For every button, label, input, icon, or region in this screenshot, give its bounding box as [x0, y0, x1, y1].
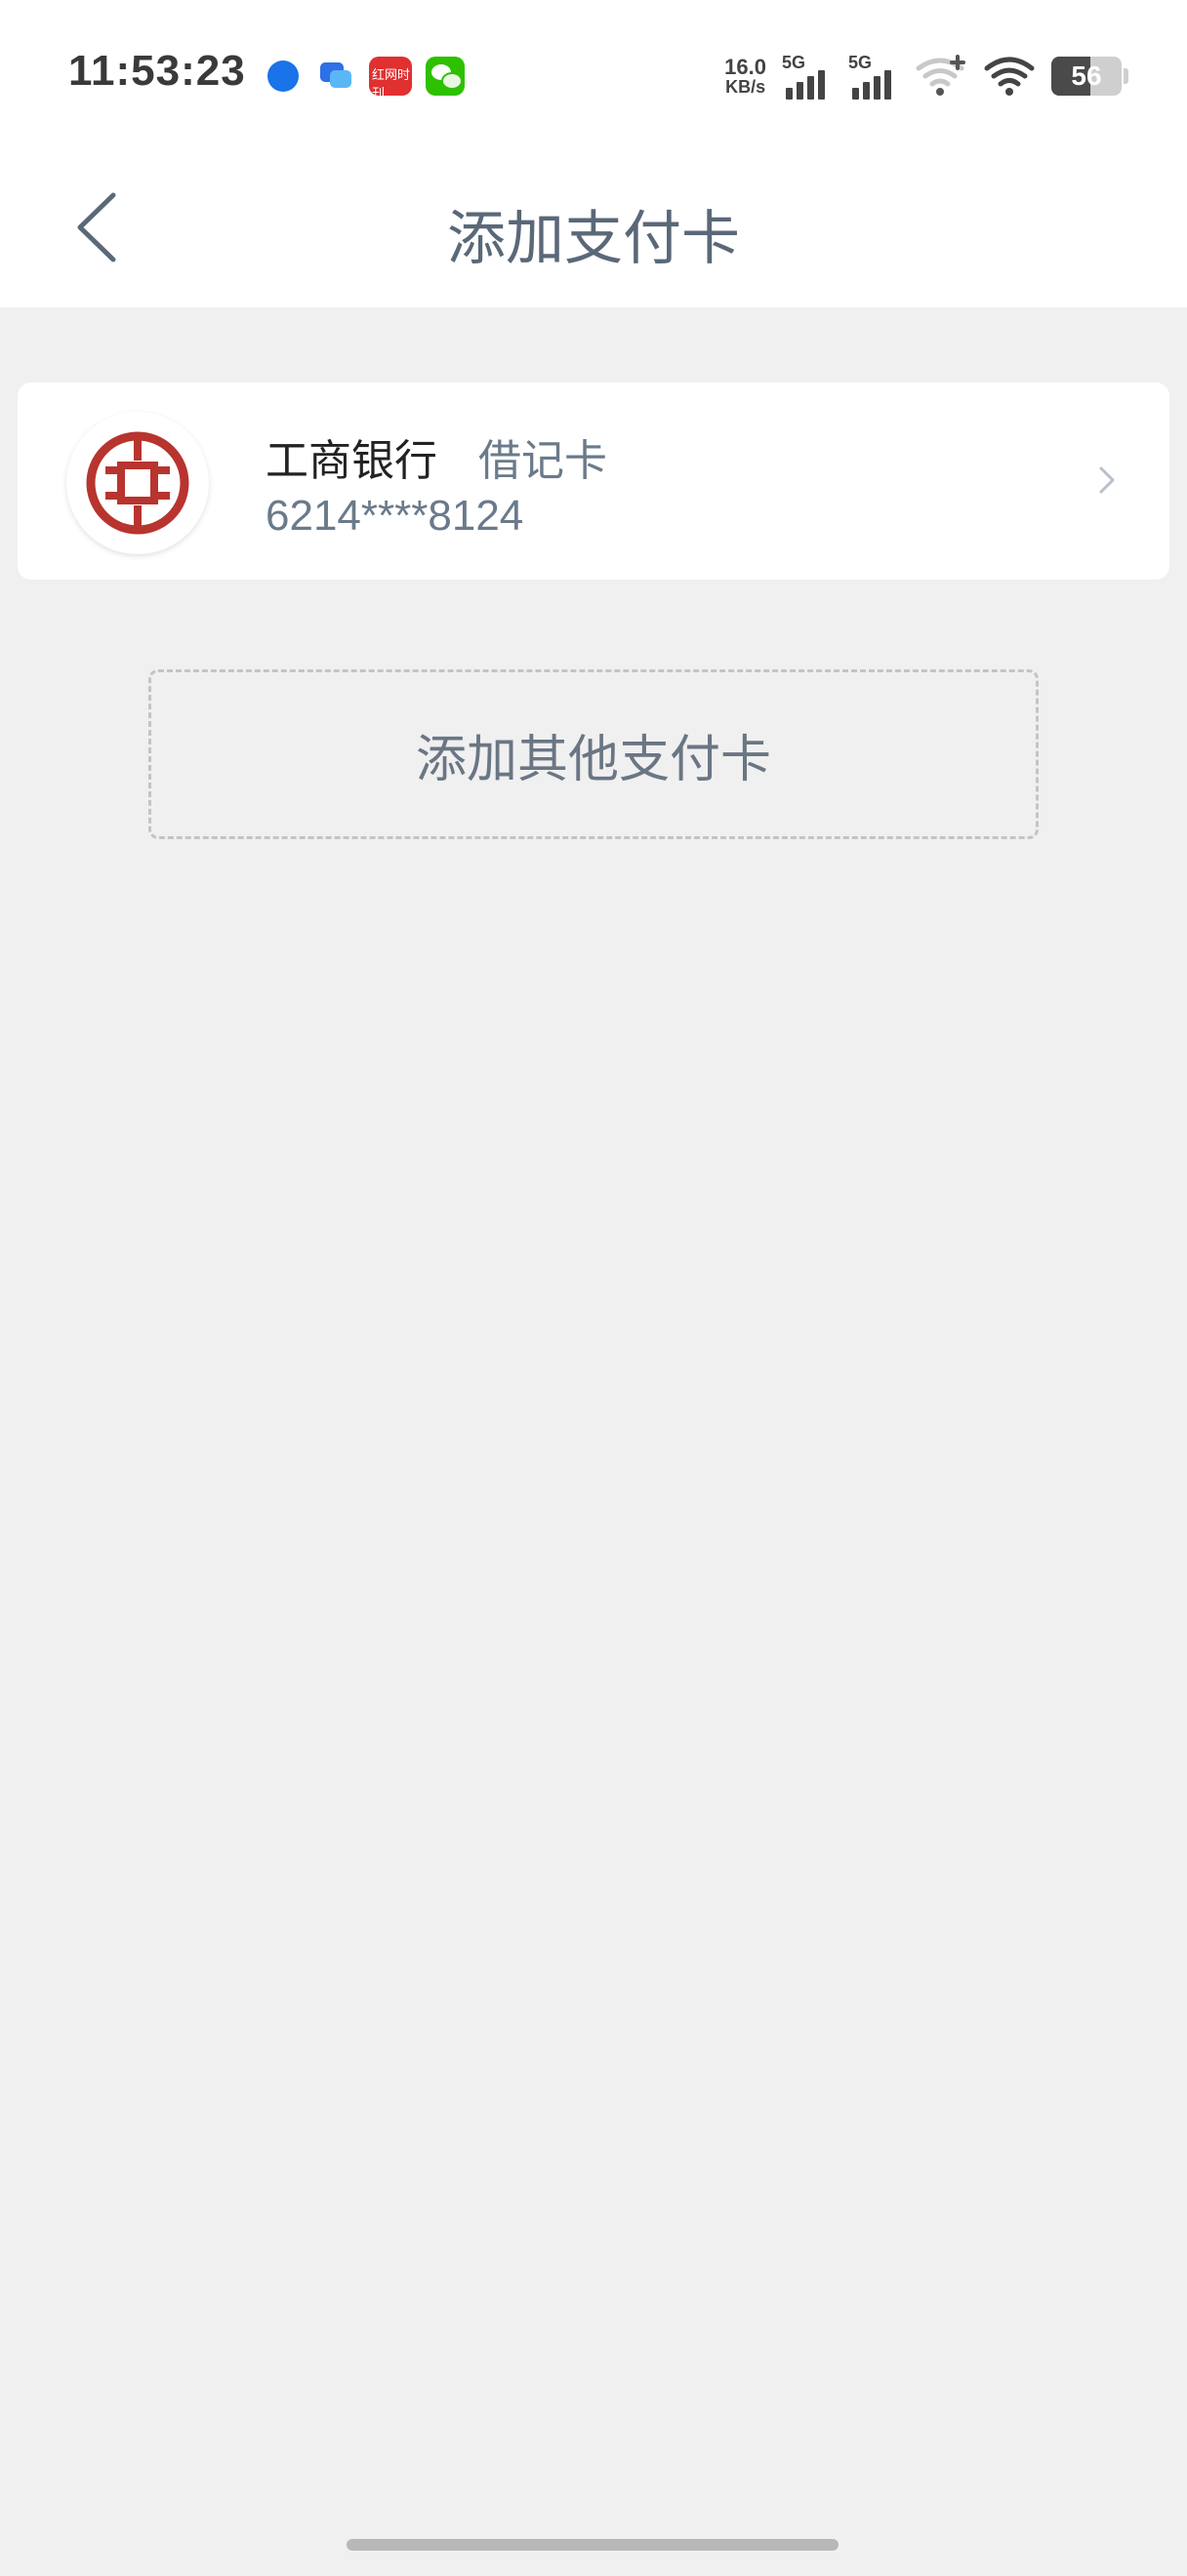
bank-card-item[interactable]: 工商银行 借记卡 6214****8124	[18, 382, 1169, 580]
status-bar: 11:53:23 红网时刊 16.0 KB/s 5G 5G 56	[0, 0, 1187, 146]
battery-level: 56	[1071, 60, 1102, 91]
chevron-right-icon	[1099, 466, 1115, 494]
news-icon: 红网时刊	[369, 57, 412, 101]
chat-icon	[316, 57, 355, 96]
card-type: 借记卡	[478, 436, 607, 486]
network-speed: 16.0 KB/s	[724, 55, 766, 97]
icbc-logo-icon	[66, 412, 209, 554]
home-indicator[interactable]	[347, 2539, 839, 2551]
nav-bar: 添加支付卡	[0, 146, 1187, 307]
notification-icons: 红网时刊	[264, 57, 465, 101]
battery-tip	[1124, 68, 1128, 84]
card-number: 6214****8124	[266, 492, 524, 540]
bank-name: 工商银行	[266, 436, 437, 486]
dingtalk-icon	[264, 57, 303, 96]
network-speed-value: 16.0	[724, 55, 766, 79]
signal-icon-2: 5G	[848, 53, 899, 100]
wifi-off-icon	[916, 55, 965, 96]
page-title: 添加支付卡	[447, 205, 740, 273]
add-other-card-label: 添加其他支付卡	[415, 730, 771, 789]
wechat-icon	[426, 57, 465, 96]
network-speed-unit: KB/s	[725, 77, 766, 97]
news-icon-text: 红网时刊	[372, 68, 411, 101]
status-time: 11:53:23	[68, 47, 246, 95]
wifi-icon	[984, 57, 1035, 96]
add-other-card-button[interactable]: 添加其他支付卡	[148, 669, 1039, 839]
battery-icon: 56	[1051, 57, 1122, 96]
system-icons: 16.0 KB/s 5G 5G 56	[724, 49, 1128, 103]
signal-icon-1: 5G	[782, 53, 833, 100]
